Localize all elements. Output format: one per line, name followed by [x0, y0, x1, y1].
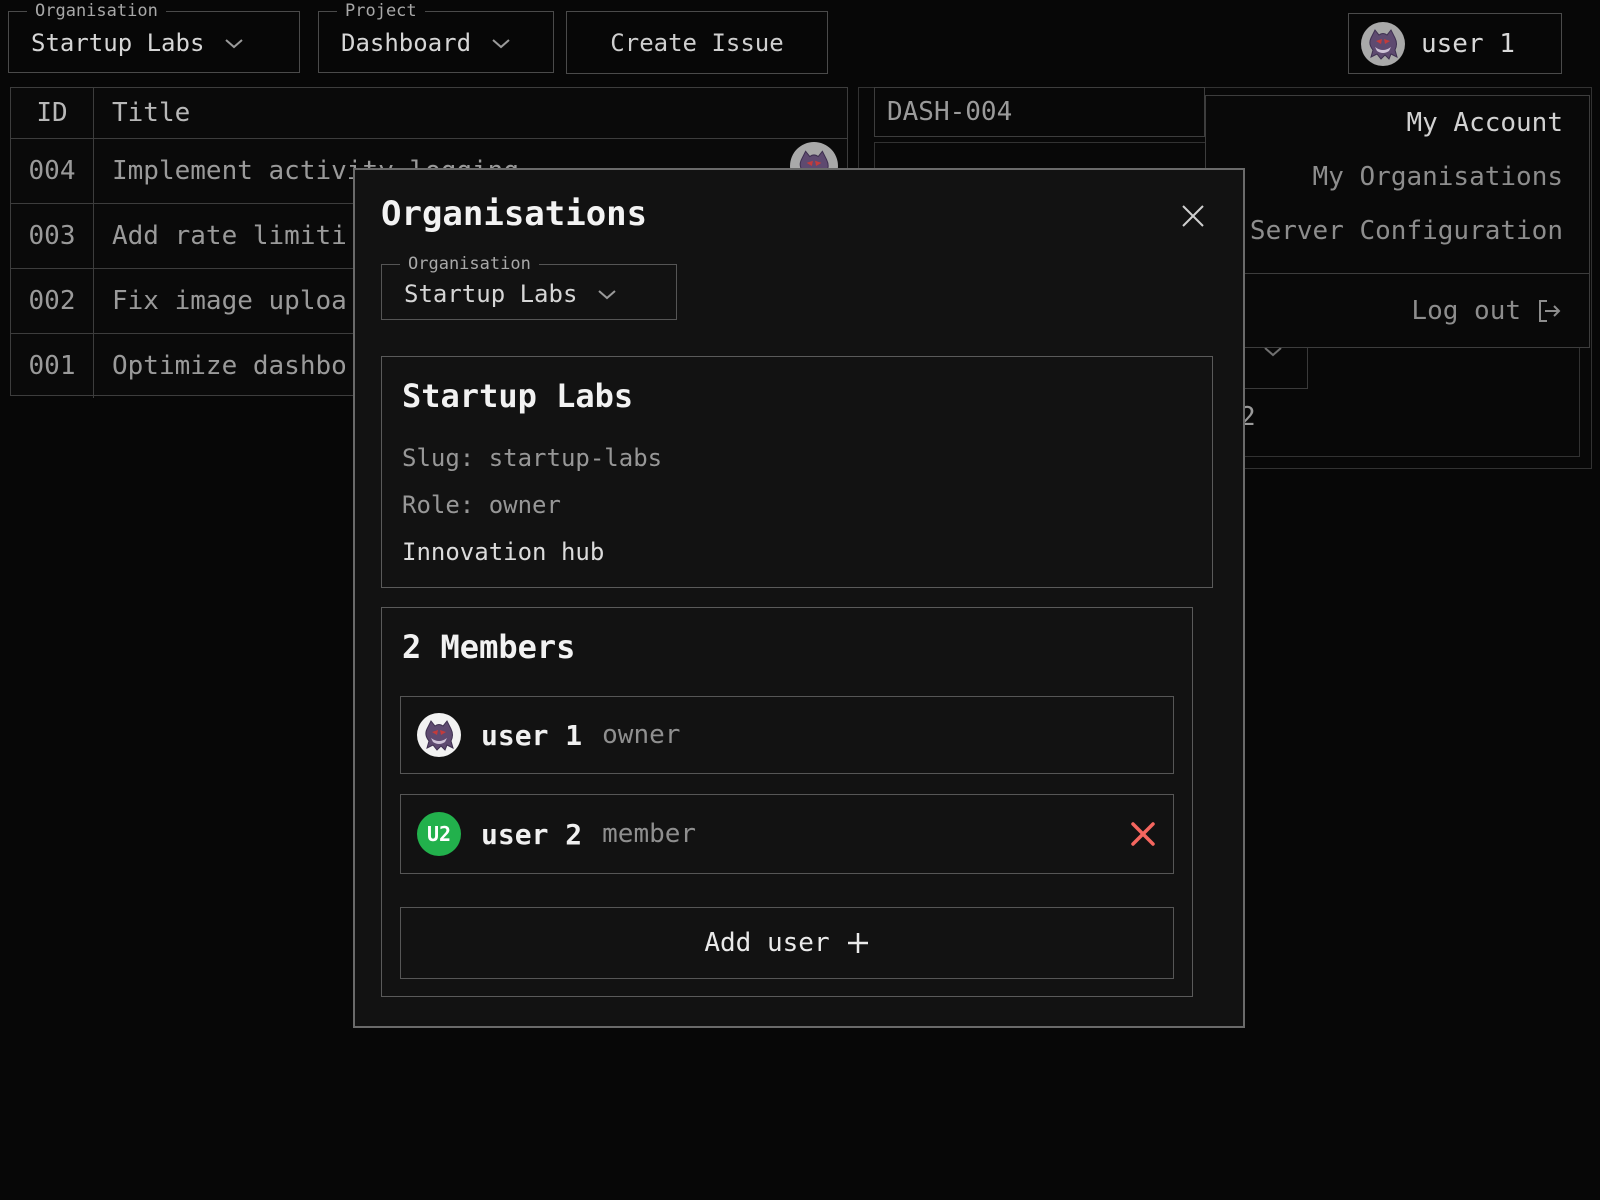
create-issue-button[interactable]: Create Issue: [566, 11, 828, 74]
logout-label: Log out: [1411, 296, 1521, 326]
member-row: U2 user 2 member: [400, 794, 1174, 874]
members-section: 2 Members user 1 owner U2 user 2 member: [381, 607, 1193, 997]
organisation-select-value: Startup Labs: [31, 29, 204, 57]
chevron-down-icon: [224, 38, 244, 49]
issue-id: 002: [11, 269, 94, 333]
member-row: user 1 owner: [400, 696, 1174, 774]
modal-title: Organisations: [381, 194, 647, 234]
member-initials-avatar: U2: [417, 812, 461, 856]
modal-organisation-select[interactable]: Organisation Startup Labs: [381, 254, 677, 320]
menu-item-log-out[interactable]: Log out: [1206, 274, 1589, 347]
organisation-role: Role: owner: [402, 490, 561, 520]
organisation-select-label: Organisation: [27, 1, 166, 21]
close-icon[interactable]: [1179, 202, 1207, 230]
member-name: user 1: [481, 719, 582, 752]
user-menu-button[interactable]: user 1: [1348, 13, 1562, 74]
column-header-title: Title: [94, 88, 847, 138]
gengar-avatar-icon: [419, 715, 459, 755]
remove-x-icon: [1129, 820, 1157, 848]
user-chip-name: user 1: [1421, 29, 1515, 59]
issue-id: 004: [11, 139, 94, 203]
user-dropdown-menu: My Account My Organisations Server Confi…: [1205, 95, 1590, 348]
logout-icon: [1535, 298, 1563, 324]
add-user-label: Add user: [704, 928, 829, 958]
avatar: [417, 713, 461, 757]
modal-organisation-select-label: Organisation: [400, 254, 539, 274]
member-role: owner: [602, 720, 680, 750]
app-root: Organisation Startup Labs Project Dashbo…: [0, 0, 1600, 1200]
menu-item-server-configuration[interactable]: Server Configuration: [1206, 204, 1589, 258]
add-user-button[interactable]: Add user: [400, 907, 1174, 979]
issue-key: DASH-004: [887, 97, 1012, 127]
gengar-avatar-icon: [1363, 24, 1403, 64]
remove-member-button[interactable]: [1129, 820, 1157, 848]
member-name: user 2: [481, 818, 582, 851]
chevron-down-icon: [597, 289, 617, 300]
menu-item-my-organisations[interactable]: My Organisations: [1206, 150, 1589, 204]
organisation-select[interactable]: Organisation Startup Labs: [8, 1, 300, 73]
project-select-label: Project: [337, 1, 425, 21]
issue-id: 001: [11, 334, 94, 398]
avatar: [1361, 22, 1405, 66]
organisation-card: Startup Labs Slug: startup-labs Role: ow…: [381, 356, 1213, 588]
chevron-down-icon: [491, 38, 511, 49]
modal-organisation-select-value: Startup Labs: [404, 280, 577, 308]
members-heading: 2 Members: [402, 628, 575, 666]
column-header-id: ID: [11, 88, 94, 138]
organisation-slug: Slug: startup-labs: [402, 443, 662, 473]
plus-icon: [846, 931, 870, 955]
organisation-name: Startup Labs: [402, 377, 633, 415]
issues-table-header: ID Title: [11, 88, 847, 138]
project-select[interactable]: Project Dashboard: [318, 1, 554, 73]
member-role: member: [602, 819, 696, 849]
organisation-description: Innovation hub: [402, 537, 604, 567]
organisations-modal: Organisations Organisation Startup Labs …: [353, 168, 1245, 1028]
menu-item-my-account[interactable]: My Account: [1206, 96, 1589, 150]
project-select-value: Dashboard: [341, 29, 471, 57]
issue-id: 003: [11, 204, 94, 268]
issue-key-box: DASH-004: [874, 87, 1205, 137]
